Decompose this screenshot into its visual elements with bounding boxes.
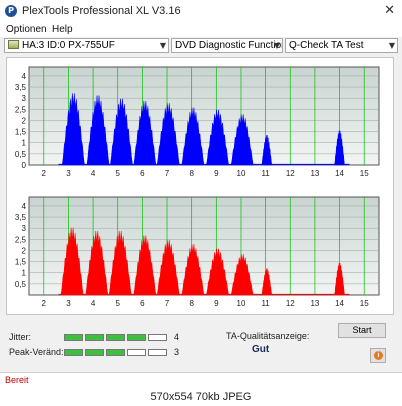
status-text: Bereit bbox=[5, 375, 29, 385]
x-tick-label: 6 bbox=[140, 299, 145, 308]
peak-meter-segment bbox=[127, 349, 146, 356]
x-tick-label: 2 bbox=[42, 299, 47, 308]
jitter-meter-segment bbox=[148, 334, 167, 341]
jitter-meter-segment bbox=[64, 334, 83, 341]
status-bar: Bereit bbox=[0, 372, 402, 389]
app-window: P PlexTools Professional XL V3.16 ✕ Opti… bbox=[0, 0, 402, 406]
window-title: PlexTools Professional XL V3.16 bbox=[22, 5, 181, 17]
x-tick-label: 15 bbox=[360, 299, 369, 308]
drive-select-value: HA:3 ID:0 PX-755UF bbox=[22, 40, 115, 51]
peak-meter-segment bbox=[64, 349, 83, 356]
x-tick-label: 4 bbox=[91, 299, 96, 308]
charts-svg: 00,511,522,533,542 3 4 5 6 7 8 9 10 11 12 13 14 150,5… bbox=[15, 66, 380, 308]
function-select[interactable]: DVD Diagnostic Functions ▼ bbox=[171, 38, 283, 53]
x-tick-label: 3 bbox=[66, 169, 71, 178]
jitter-value: 4 bbox=[174, 332, 180, 342]
x-tick-label: 5 bbox=[116, 169, 121, 178]
info-button[interactable]: i bbox=[370, 348, 386, 363]
x-tick-label: 8 bbox=[189, 299, 194, 308]
y-tick-label: 4 bbox=[22, 72, 27, 81]
x-tick-label: 11 bbox=[261, 299, 270, 308]
chevron-down-icon: ▼ bbox=[159, 41, 166, 50]
function-select-value: DVD Diagnostic Functions bbox=[175, 40, 283, 51]
chevron-down-icon: ▼ bbox=[388, 41, 395, 50]
results-panel: Jitter: 4 Peak-Veränd: 3 TA-Qualitätsanz… bbox=[0, 318, 402, 368]
y-tick-label: 2,5 bbox=[15, 235, 27, 244]
x-tick-label: 10 bbox=[237, 299, 246, 308]
info-icon: i bbox=[374, 351, 383, 360]
x-tick-label: 9 bbox=[214, 169, 219, 178]
x-tick-label: 13 bbox=[310, 299, 319, 308]
x-tick-label: 9 bbox=[214, 299, 219, 308]
x-tick-label: 7 bbox=[165, 299, 170, 308]
x-tick-label: 7 bbox=[165, 169, 170, 178]
plextools-logo-icon: P bbox=[5, 5, 17, 17]
y-tick-label: 3 bbox=[22, 94, 27, 103]
y-tick-label: 0,5 bbox=[15, 150, 27, 159]
chart-area: 0 0,5 1 1,5 2 2,5 3 3,5 4 2 3 4 5 6 7 8 9 10 11 12 13 14 15 0,5… bbox=[6, 57, 394, 315]
y-tick-label: 3,5 bbox=[15, 213, 27, 222]
peak-value: 3 bbox=[174, 347, 180, 357]
x-tick-label: 6 bbox=[140, 169, 145, 178]
image-caption: 570x554 70kb JPEG bbox=[0, 388, 402, 406]
menu-bar: Optionen Help bbox=[0, 22, 402, 37]
jitter-meter-segment bbox=[85, 334, 104, 341]
chevron-down-icon: ▼ bbox=[273, 41, 280, 50]
test-select[interactable]: Q-Check TA Test ▼ bbox=[285, 38, 398, 53]
drive-icon bbox=[8, 39, 19, 49]
menu-optionen[interactable]: Optionen bbox=[6, 23, 47, 36]
y-tick-label: 2 bbox=[22, 246, 27, 255]
peak-label: Peak-Veränd: bbox=[9, 347, 64, 357]
jitter-meter bbox=[64, 334, 168, 341]
title-bar: P PlexTools Professional XL V3.16 ✕ bbox=[0, 0, 402, 23]
y-tick-label: 2 bbox=[22, 116, 27, 125]
x-tick-label: 12 bbox=[286, 299, 295, 308]
y-tick-label: 1 bbox=[22, 269, 27, 278]
y-tick-label: 0,5 bbox=[15, 280, 27, 289]
x-tick-label: 15 bbox=[360, 169, 369, 178]
x-tick-label: 8 bbox=[189, 169, 194, 178]
test-select-value: Q-Check TA Test bbox=[289, 40, 364, 51]
x-tick-label: 4 bbox=[91, 169, 96, 178]
drive-select[interactable]: HA:3 ID:0 PX-755UF ▼ bbox=[4, 38, 169, 53]
quality-value: Gut bbox=[252, 344, 270, 355]
jitter-label: Jitter: bbox=[9, 332, 32, 342]
x-tick-label: 14 bbox=[335, 299, 344, 308]
toolbar: HA:3 ID:0 PX-755UF ▼ DVD Diagnostic Func… bbox=[0, 37, 402, 55]
x-tick-label: 13 bbox=[310, 169, 319, 178]
x-tick-label: 10 bbox=[237, 169, 246, 178]
close-icon[interactable]: ✕ bbox=[384, 3, 395, 19]
y-tick-label: 1,5 bbox=[15, 258, 27, 267]
jitter-meter-segment bbox=[127, 334, 146, 341]
peak-meter bbox=[64, 349, 168, 356]
x-tick-label: 11 bbox=[261, 169, 270, 178]
y-tick-label: 1,5 bbox=[15, 128, 27, 137]
jitter-meter-segment bbox=[106, 334, 125, 341]
peak-meter-segment bbox=[85, 349, 104, 356]
caption-text: 570x554 70kb JPEG bbox=[150, 391, 252, 403]
quality-label: TA-Qualitätsanzeige: bbox=[226, 331, 310, 341]
x-tick-label: 2 bbox=[42, 169, 47, 178]
y-tick-label: 2,5 bbox=[15, 105, 27, 114]
y-tick-label: 3 bbox=[22, 224, 27, 233]
start-button[interactable]: Start bbox=[338, 323, 386, 338]
peak-meter-segment bbox=[106, 349, 125, 356]
y-tick-label: 0 bbox=[22, 161, 27, 170]
x-tick-label: 12 bbox=[286, 169, 295, 178]
menu-help[interactable]: Help bbox=[52, 23, 73, 36]
y-tick-label: 3,5 bbox=[15, 83, 27, 92]
peak-meter-segment bbox=[148, 349, 167, 356]
x-tick-label: 5 bbox=[116, 299, 121, 308]
y-tick-label: 1 bbox=[22, 139, 27, 148]
x-tick-label: 14 bbox=[335, 169, 344, 178]
y-tick-label: 4 bbox=[22, 202, 27, 211]
x-tick-label: 3 bbox=[66, 299, 71, 308]
